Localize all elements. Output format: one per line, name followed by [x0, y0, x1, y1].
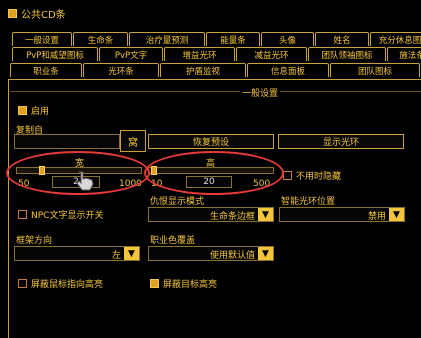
target-highlight-option[interactable]: 屏蔽目标高亮: [150, 277, 217, 290]
threat-display-select[interactable]: 生命条边框 ▼: [148, 207, 274, 222]
tab-aura-bar[interactable]: 光环条: [83, 63, 159, 77]
tab-buffs[interactable]: 增益光环: [164, 47, 235, 61]
tab-name[interactable]: 姓名: [315, 32, 369, 46]
tab-heal-prediction[interactable]: 治疗量预测: [129, 32, 205, 46]
show-aura-button[interactable]: 显示光环: [278, 134, 404, 149]
mouse-highlight-checkbox[interactable]: [18, 279, 27, 288]
frame-direction-label: 框架方向: [16, 236, 53, 246]
class-color-label: 职业色覆盖: [150, 236, 196, 246]
target-highlight-checkbox[interactable]: [150, 279, 159, 288]
smart-aura-label: 智能光环位置: [281, 197, 336, 207]
tab-pvp-text[interactable]: PvP文字: [99, 47, 163, 61]
frame-direction-select[interactable]: 左 ▼: [14, 246, 140, 261]
hide-unused-option[interactable]: 不用时隐藏: [283, 169, 341, 182]
chevron-down-icon[interactable]: ▼: [389, 208, 404, 221]
chevron-down-icon[interactable]: ▼: [258, 208, 273, 221]
tab-row-3: 职业条 光环条 护盾监视 信息面板 团队图标: [10, 63, 421, 77]
chevron-down-icon[interactable]: ▼: [258, 247, 273, 260]
mouse-highlight-option[interactable]: 屏蔽鼠标指向高亮: [18, 277, 103, 290]
enable-checkbox[interactable]: [18, 106, 27, 115]
tab-power-bar[interactable]: 能量条: [206, 32, 260, 46]
class-color-value: 使用默认值: [209, 251, 255, 261]
enable-option[interactable]: 启用: [18, 104, 49, 117]
annotation-circle-height: [144, 151, 284, 195]
threat-display-value: 生命条边框: [209, 212, 255, 222]
enable-label: 启用: [31, 107, 50, 117]
mouse-highlight-label: 屏蔽鼠标指向高亮: [31, 280, 104, 290]
tab-pvp-icon[interactable]: PvP和威望图标: [12, 47, 98, 61]
settings-panel: 公共CD条 一般设置 生命条 治疗量预测 能量条 头像 姓名 充分休息图 PvP…: [0, 0, 421, 338]
threat-display-label: 仇恨显示模式: [150, 197, 205, 207]
tab-general[interactable]: 一般设置: [12, 32, 72, 46]
tab-health-bar[interactable]: 生命条: [73, 32, 128, 46]
tab-row-1: 一般设置 生命条 治疗量预测 能量条 头像 姓名 充分休息图: [12, 32, 421, 46]
tab-raid-leader-icon[interactable]: 团队领袖图标: [308, 47, 386, 61]
smart-aura-select[interactable]: 禁用 ▼: [279, 207, 405, 222]
chevron-down-icon[interactable]: ▼: [124, 247, 139, 260]
smart-aura-value: 禁用: [367, 212, 386, 222]
tab-debuffs[interactable]: 减益光环: [236, 47, 307, 61]
npc-text-label: NPC文字显示开关: [31, 211, 104, 221]
replicate-confirm-button[interactable]: 窝: [120, 130, 146, 152]
annotation-circle-width: [6, 151, 150, 195]
tab-row-2: PvP和威望图标 PvP文字 增益光环 减益光环 团队领袖图标 施法条: [12, 47, 421, 61]
tab-castbar[interactable]: 施法条: [387, 47, 421, 61]
tab-raid-icon[interactable]: 团队图标: [330, 63, 420, 77]
restore-preset-button[interactable]: 恢复预设: [148, 134, 274, 149]
tab-portrait[interactable]: 头像: [261, 32, 314, 46]
npc-text-checkbox[interactable]: [18, 210, 27, 219]
window-titlebar: 公共CD条: [8, 6, 66, 21]
frame-direction-value: 左: [111, 251, 121, 261]
window-icon: [8, 8, 17, 18]
replicate-input[interactable]: [14, 134, 120, 149]
tab-class-bar[interactable]: 职业条: [10, 63, 82, 77]
hide-unused-checkbox[interactable]: [283, 171, 292, 180]
tab-info-panel[interactable]: 信息面板: [247, 63, 329, 77]
window-title: 公共CD条: [21, 9, 66, 21]
tab-shield-monitor[interactable]: 护盾监视: [160, 63, 246, 77]
npc-text-option[interactable]: NPC文字显示开关: [18, 208, 103, 221]
tab-rested-icon[interactable]: 充分休息图: [370, 32, 421, 46]
target-highlight-label: 屏蔽目标高亮: [163, 280, 218, 290]
class-color-select[interactable]: 使用默认值 ▼: [148, 246, 274, 261]
hide-unused-label: 不用时隐藏: [296, 172, 342, 182]
section-divider: [10, 91, 421, 92]
section-title: 一般设置: [240, 86, 281, 99]
